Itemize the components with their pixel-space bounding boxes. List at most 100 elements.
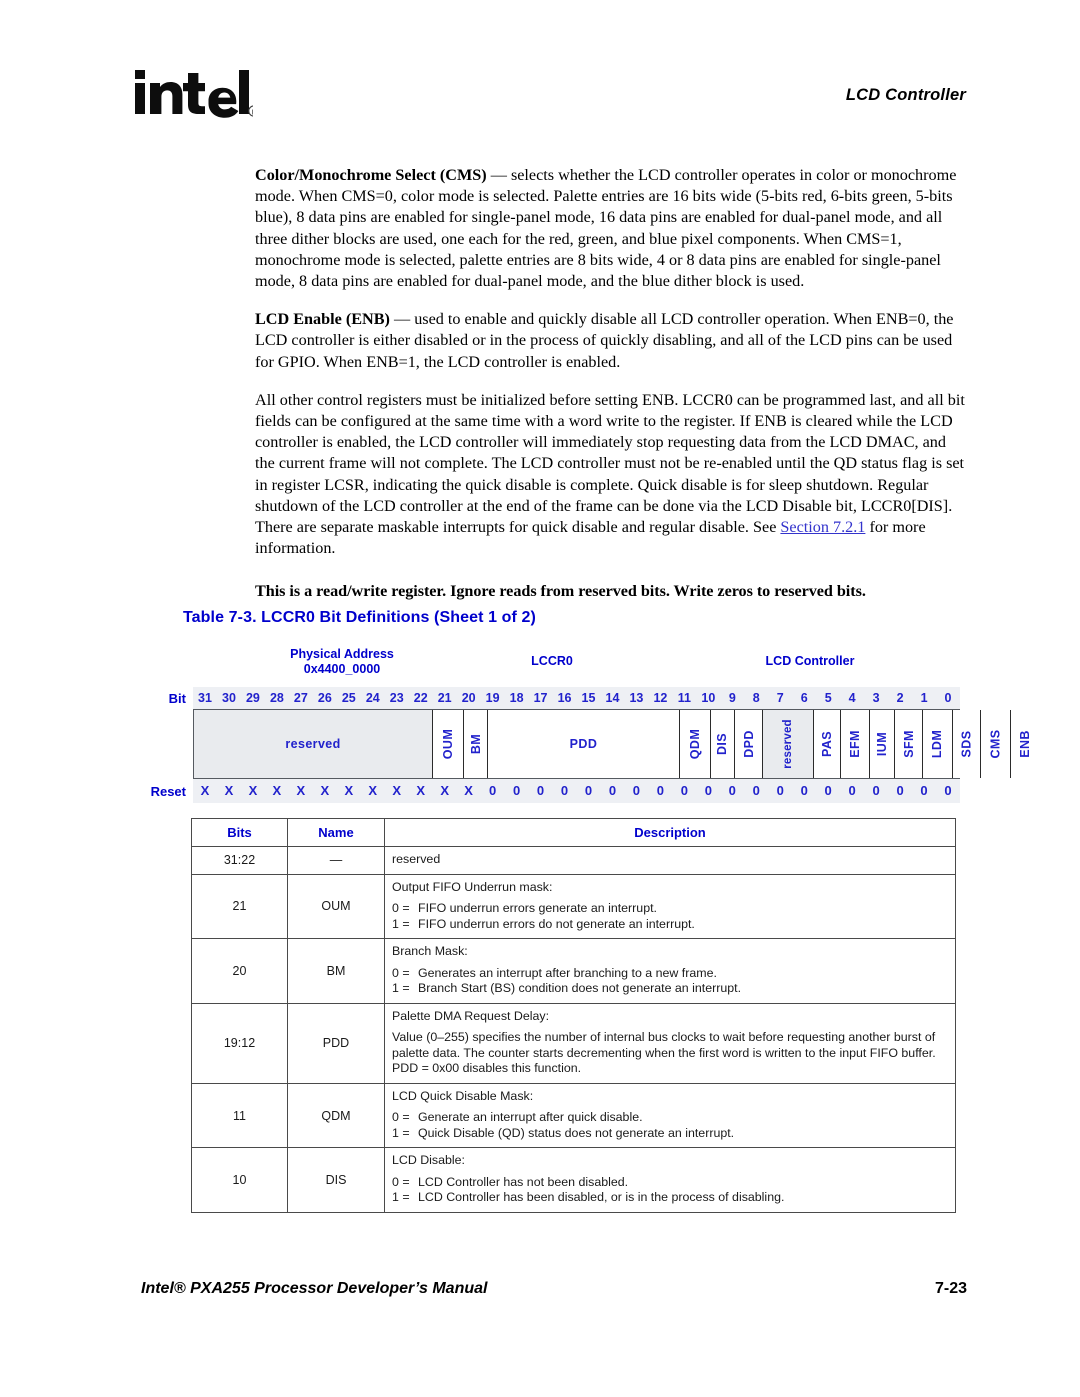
reset-value-bit-7: 0 bbox=[776, 783, 784, 798]
bit-number-10: 10 bbox=[701, 691, 716, 705]
physical-address-value: 0x4400_0000 bbox=[303, 662, 381, 676]
section-cross-reference-link[interactable]: Section 7.2.1 bbox=[780, 518, 865, 536]
bit-number-31: 31 bbox=[198, 691, 212, 705]
reset-value-bit-29: X bbox=[248, 783, 258, 798]
register-field-oum-1: OUM bbox=[433, 710, 465, 778]
register-unit-name: LCD Controller bbox=[765, 654, 855, 668]
register-field-cms-14: CMS bbox=[980, 710, 1011, 778]
page-header: R LCD Controller bbox=[0, 0, 1080, 140]
reset-value-bit-30: X bbox=[224, 783, 234, 798]
bit-number-22: 22 bbox=[413, 691, 428, 705]
register-field-dpd-6: DPD bbox=[734, 710, 764, 778]
description-bit-value-line: 1 = Branch Start (BS) condition does not … bbox=[392, 981, 949, 997]
body-content: Color/Monochrome Select (CMS) — selects … bbox=[255, 165, 967, 603]
intel-logo: R bbox=[133, 66, 253, 126]
bit-value-key: 0 = bbox=[392, 965, 410, 980]
bit-number-cells: 31 30 29 28 27 26 25 24 23 22 21 20 19 18 17 16 15 14 13 12… bbox=[193, 687, 960, 709]
bit-number-3: 3 bbox=[872, 691, 880, 705]
page-footer: Intel® PXA255 Processor Developer’s Manu… bbox=[0, 1280, 1080, 1320]
bit-number-27: 27 bbox=[293, 691, 308, 705]
table-caption: Table 7-3. LCCR0 Bit Definitions (Sheet … bbox=[183, 609, 536, 626]
reset-value-bit-20: X bbox=[464, 783, 473, 798]
register-diagram-titles: Physical Address 0x4400_0000 LCCR0 LCD C… bbox=[140, 645, 960, 687]
bit-value-key: 1 = bbox=[392, 1190, 410, 1205]
bit-number-20: 20 bbox=[461, 691, 476, 705]
bit-number-6: 6 bbox=[800, 691, 808, 705]
description-bit-value-line: 1 = Quick Disable (QD) status does not ge… bbox=[392, 1126, 949, 1142]
bit-number-19: 19 bbox=[485, 691, 500, 705]
bit-number-14: 14 bbox=[605, 691, 620, 705]
bit-value-key: 0 = bbox=[392, 1110, 410, 1125]
bit-value-text: LCD Controller has not been disabled. bbox=[418, 1174, 629, 1189]
reset-value-bit-10: 0 bbox=[704, 783, 712, 798]
reset-value-bit-12: 0 bbox=[656, 783, 664, 798]
cell-bits: 31:22 bbox=[191, 846, 288, 875]
svg-text:R: R bbox=[252, 109, 253, 117]
register-field-label: CMS bbox=[988, 729, 1003, 759]
bit-value-text: Branch Start (BS) condition does not gen… bbox=[418, 981, 742, 995]
bit-number-1: 1 bbox=[920, 691, 928, 705]
reset-value-bit-13: 0 bbox=[632, 783, 641, 798]
bit-value-text: FIFO underrun errors do not generate an … bbox=[418, 916, 695, 931]
register-field-enb-15: ENB bbox=[1010, 710, 1039, 778]
cell-bits: 20 bbox=[191, 938, 288, 1004]
bit-value-key: 0 = bbox=[392, 1174, 410, 1189]
table-row: 20 BM Branch Mask: 0 = Generates an interrup… bbox=[191, 938, 956, 1004]
cell-name: QDM bbox=[287, 1082, 385, 1149]
physical-address-label: Physical Address bbox=[290, 647, 394, 661]
bit-value-key: 0 = bbox=[392, 901, 410, 915]
bit-number-29: 29 bbox=[245, 691, 260, 705]
description-bit-value-line: 0 = Generate an interrupt after quick dis… bbox=[392, 1110, 949, 1126]
bit-number-18: 18 bbox=[509, 691, 524, 705]
bit-number-0: 0 bbox=[944, 691, 952, 705]
register-field-label: OUM bbox=[441, 728, 456, 760]
register-field-ium-10: IUM bbox=[869, 710, 895, 778]
bit-row-label: Bit bbox=[140, 687, 193, 709]
bit-number-9: 9 bbox=[728, 691, 736, 705]
bit-value-key: 1 = bbox=[392, 916, 410, 931]
table-row: 10 DIS LCD Disable: 0 = LCD Controller has n… bbox=[191, 1147, 956, 1213]
cell-description: LCD Quick Disable Mask: 0 = Generate an in… bbox=[384, 1082, 956, 1149]
paragraph-cms: Color/Monochrome Select (CMS) — selects … bbox=[255, 165, 967, 292]
table-row: 21 OUM Output FIFO Underrun mask: 0 = FIFO u… bbox=[191, 873, 956, 939]
bit-number-2: 2 bbox=[896, 691, 904, 705]
bit-number-5: 5 bbox=[824, 691, 832, 705]
reset-row-label: Reset bbox=[140, 779, 193, 803]
register-bit-number-row: Bit 31 30 29 28 27 26 25 24 23 22 21 20 19 18 17 16 15 14… bbox=[140, 687, 960, 709]
description-bit-value-line: 1 = FIFO underrun errors do not generate … bbox=[392, 917, 949, 933]
register-field-label: PAS bbox=[820, 731, 835, 757]
description-paragraph: Value (0–255) specifies the number of in… bbox=[392, 1030, 936, 1076]
chapter-title: LCD Controller bbox=[845, 86, 966, 104]
register-field-label: BM bbox=[468, 733, 483, 755]
register-field-pas-8: PAS bbox=[814, 710, 842, 778]
reset-value-bit-8: 0 bbox=[752, 783, 760, 798]
reset-value-bit-4: 0 bbox=[848, 783, 856, 798]
register-field-reserved-0: reserved bbox=[194, 710, 434, 778]
cell-bits: 10 bbox=[191, 1147, 288, 1213]
register-field-reserved-7: reserved bbox=[763, 710, 815, 778]
reset-value-bit-18: 0 bbox=[512, 783, 521, 798]
register-field-bm-2: BM bbox=[464, 710, 489, 778]
bit-number-23: 23 bbox=[389, 691, 404, 705]
physical-address-block: Physical Address 0x4400_0000 bbox=[252, 647, 432, 677]
register-access-note: This is a read/write register. Ignore re… bbox=[255, 582, 866, 601]
cell-bits: 11 bbox=[191, 1082, 288, 1149]
cell-name: DIS bbox=[287, 1147, 385, 1213]
register-field-row: reserved OUM BM PDD QDM DIS DPD reserved PAS EFM I… bbox=[140, 709, 1039, 779]
footer-manual-title: Intel® PXA255 Processor Developer’s Manu… bbox=[141, 1280, 488, 1297]
reset-value-bit-6: 0 bbox=[800, 783, 808, 798]
column-header-description: Description bbox=[384, 818, 956, 847]
cell-name: PDD bbox=[287, 1002, 385, 1084]
cell-bits: 19:12 bbox=[191, 1002, 288, 1084]
bit-number-12: 12 bbox=[653, 691, 668, 705]
bit-number-24: 24 bbox=[365, 691, 380, 705]
bit-value-text: Quick Disable (QD) status does not gener… bbox=[418, 1125, 735, 1140]
reset-value-bit-14: 0 bbox=[608, 783, 617, 798]
table-header-row: Bits Name Description bbox=[191, 818, 956, 847]
register-field-label: LDM bbox=[930, 729, 945, 759]
register-field-label: SDS bbox=[959, 730, 974, 758]
bit-definitions-table-body: 31:22— reserved 21 OUM Output FIFO Underrun … bbox=[191, 846, 956, 1213]
cell-bits: 21 bbox=[191, 873, 288, 939]
register-field-label: reserved bbox=[285, 737, 341, 751]
reset-value-bit-28: X bbox=[272, 783, 282, 798]
